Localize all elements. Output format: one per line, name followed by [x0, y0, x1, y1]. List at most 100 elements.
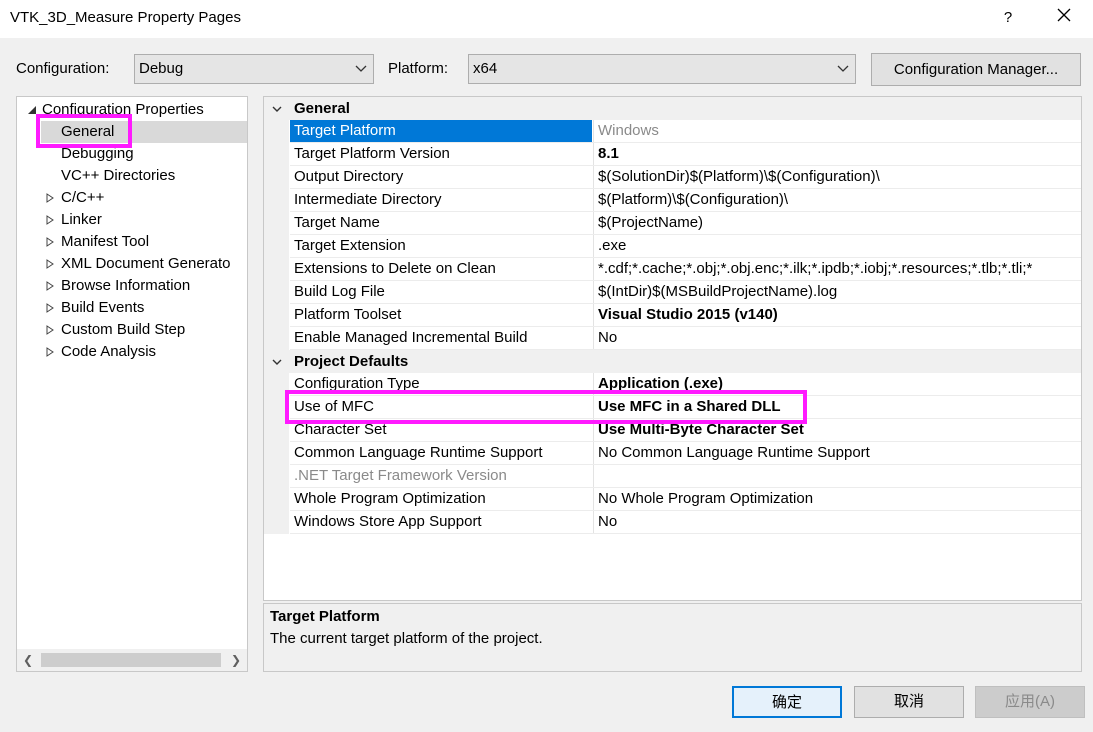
- collapsed-triangle-icon[interactable]: [45, 303, 55, 313]
- property-name: Target Platform Version: [294, 145, 450, 162]
- property-row[interactable]: Whole Program Optimization No Whole Progr…: [264, 488, 1081, 511]
- configuration-value: Debug: [139, 60, 184, 77]
- chevron-down-icon[interactable]: [272, 104, 282, 114]
- category-header[interactable]: Project Defaults: [264, 350, 1081, 373]
- row-gutter: [264, 488, 289, 511]
- cancel-button[interactable]: 取消: [854, 686, 964, 718]
- tree-item-label: C/C++: [61, 189, 105, 206]
- tree-item-label: Linker: [61, 211, 102, 228]
- chevron-down-icon[interactable]: [272, 357, 282, 367]
- property-name: Extensions to Delete on Clean: [294, 260, 496, 277]
- configuration-dropdown[interactable]: Debug: [134, 54, 374, 84]
- property-value[interactable]: $(Platform)\$(Configuration)\: [593, 189, 1081, 211]
- row-divider: [290, 533, 1081, 534]
- description-text: The current target platform of the proje…: [270, 630, 543, 647]
- property-name: Intermediate Directory: [294, 191, 442, 208]
- property-name: Whole Program Optimization: [294, 490, 486, 507]
- collapsed-triangle-icon[interactable]: [45, 193, 55, 203]
- ok-button[interactable]: 确定: [732, 686, 842, 718]
- property-row[interactable]: Output Directory $(SolutionDir)$(Platform…: [264, 166, 1081, 189]
- property-row[interactable]: Enable Managed Incremental Build No: [264, 327, 1081, 350]
- tree-item-label: Custom Build Step: [61, 321, 186, 338]
- tree-item-label: XML Document Generato: [61, 255, 231, 272]
- property-value[interactable]: Windows: [593, 120, 1081, 142]
- property-value[interactable]: .exe: [593, 235, 1081, 257]
- property-tree: Configuration Properties General Debuggin…: [16, 96, 248, 672]
- property-value[interactable]: $(ProjectName): [593, 212, 1081, 234]
- configuration-label: Configuration:: [16, 60, 110, 77]
- property-row[interactable]: Target Platform Windows: [264, 120, 1081, 143]
- configuration-manager-button[interactable]: Configuration Manager...: [871, 53, 1081, 86]
- property-value[interactable]: $(SolutionDir)$(Platform)\$(Configuratio…: [593, 166, 1081, 188]
- row-gutter: [264, 212, 289, 235]
- help-button[interactable]: ?: [996, 6, 1020, 30]
- category-header[interactable]: General: [264, 97, 1081, 120]
- collapsed-triangle-icon[interactable]: [45, 259, 55, 269]
- property-value[interactable]: Visual Studio 2015 (v140): [593, 304, 1081, 326]
- collapsed-triangle-icon[interactable]: [45, 215, 55, 225]
- tree-horizontal-scrollbar[interactable]: ❮ ❯: [17, 649, 247, 671]
- row-gutter: [264, 281, 289, 304]
- property-value[interactable]: 8.1: [593, 143, 1081, 165]
- property-value[interactable]: $(IntDir)$(MSBuildProjectName).log: [593, 281, 1081, 303]
- tree-item-label: Browse Information: [61, 277, 191, 294]
- property-row[interactable]: Intermediate Directory $(Platform)\$(Conf…: [264, 189, 1081, 212]
- platform-dropdown[interactable]: x64: [468, 54, 856, 84]
- row-gutter: [264, 327, 289, 350]
- apply-button[interactable]: 应用(A): [975, 686, 1085, 718]
- property-row[interactable]: Build Log File $(IntDir)$(MSBuildProjectN…: [264, 281, 1081, 304]
- description-pane: Target Platform The current target platf…: [263, 603, 1082, 672]
- property-value[interactable]: No Common Language Runtime Support: [593, 442, 1081, 464]
- title-bar: VTK_3D_Measure Property Pages ?: [0, 0, 1093, 38]
- property-value[interactable]: [593, 465, 1081, 487]
- property-row[interactable]: .NET Target Framework Version: [264, 465, 1081, 488]
- tree-item[interactable]: XML Document Generato: [17, 253, 247, 275]
- tree-item-label: Manifest Tool: [61, 233, 150, 250]
- collapsed-triangle-icon[interactable]: [45, 237, 55, 247]
- property-value[interactable]: No: [593, 511, 1081, 533]
- scroll-right-icon[interactable]: ❯: [231, 653, 241, 667]
- property-value[interactable]: No: [593, 327, 1081, 349]
- row-gutter: [264, 442, 289, 465]
- tree-item[interactable]: Linker: [17, 209, 247, 231]
- property-name: Target Platform: [290, 120, 592, 142]
- row-gutter: [264, 511, 289, 534]
- property-row[interactable]: Platform Toolset Visual Studio 2015 (v140…: [264, 304, 1081, 327]
- row-gutter: [264, 189, 289, 212]
- tree-item[interactable]: Custom Build Step: [17, 319, 247, 341]
- row-gutter: [264, 235, 289, 258]
- property-row[interactable]: Extensions to Delete on Clean *.cdf;*.cac…: [264, 258, 1081, 281]
- description-title: Target Platform: [270, 608, 380, 625]
- window-title: VTK_3D_Measure Property Pages: [10, 9, 241, 26]
- category-label: Project Defaults: [294, 353, 409, 370]
- property-name: Build Log File: [294, 283, 385, 300]
- tree-item[interactable]: Build Events: [17, 297, 247, 319]
- close-icon[interactable]: [1052, 6, 1076, 30]
- property-row[interactable]: Target Extension .exe: [264, 235, 1081, 258]
- tree-item[interactable]: Code Analysis: [17, 341, 247, 363]
- property-value[interactable]: *.cdf;*.cache;*.obj;*.obj.enc;*.ilk;*.ip…: [593, 258, 1081, 280]
- property-name: .NET Target Framework Version: [294, 467, 507, 484]
- property-row[interactable]: Common Language Runtime Support No Common…: [264, 442, 1081, 465]
- property-row[interactable]: Target Platform Version 8.1: [264, 143, 1081, 166]
- collapsed-triangle-icon[interactable]: [45, 347, 55, 357]
- property-value[interactable]: No Whole Program Optimization: [593, 488, 1081, 510]
- scroll-left-icon[interactable]: ❮: [23, 653, 33, 667]
- tree-item[interactable]: C/C++: [17, 187, 247, 209]
- tree-item[interactable]: VC++ Directories: [17, 165, 247, 187]
- property-name: Output Directory: [294, 168, 404, 185]
- property-grid: General Target Platform Windows Target Plat…: [263, 96, 1082, 601]
- platform-value: x64: [473, 60, 498, 77]
- chevron-down-icon: [837, 65, 849, 72]
- property-row[interactable]: Windows Store App Support No: [264, 511, 1081, 534]
- tree-item[interactable]: Browse Information: [17, 275, 247, 297]
- tree-item[interactable]: Manifest Tool: [17, 231, 247, 253]
- property-row[interactable]: Target Name $(ProjectName): [264, 212, 1081, 235]
- tree-item-label: Build Events: [61, 299, 145, 316]
- general-highlight-box: [36, 114, 132, 148]
- property-name: Target Name: [294, 214, 380, 231]
- property-name: Common Language Runtime Support: [294, 444, 543, 461]
- scroll-thumb[interactable]: [41, 653, 221, 667]
- collapsed-triangle-icon[interactable]: [45, 281, 55, 291]
- collapsed-triangle-icon[interactable]: [45, 325, 55, 335]
